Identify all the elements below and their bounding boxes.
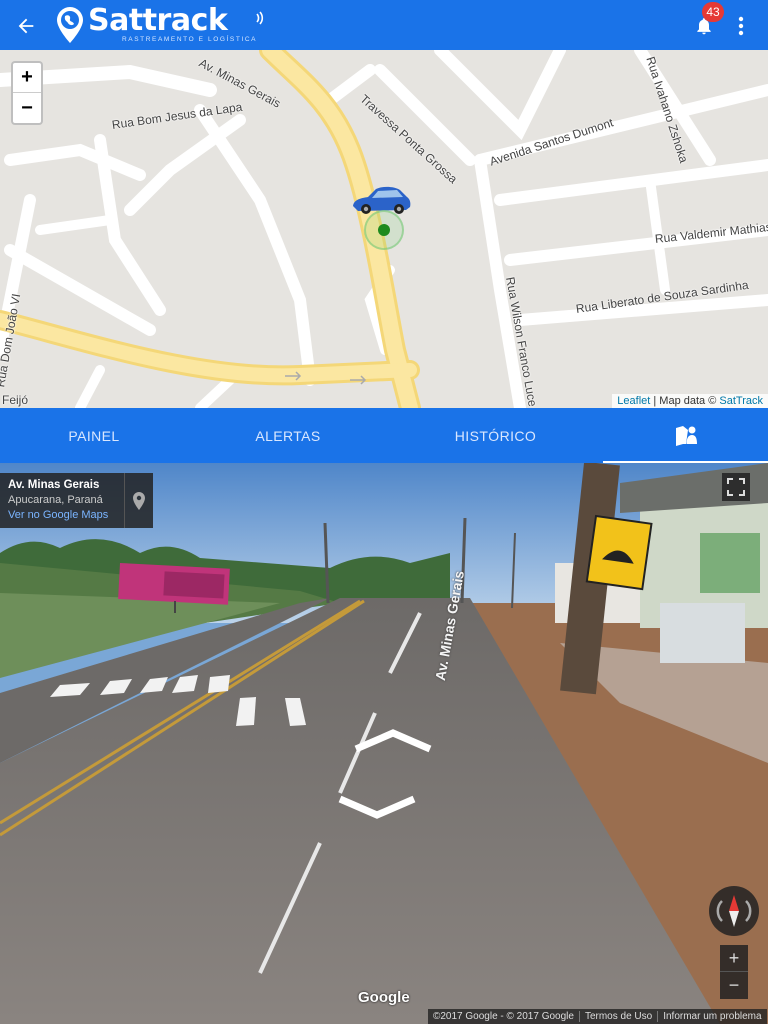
tab-alertas[interactable]: ALERTAS bbox=[188, 408, 388, 463]
street-view-zoom-in-button[interactable]: + bbox=[720, 945, 748, 972]
vehicle-map[interactable]: Av. Minas Gerais Rua Bom Jesus da Lapa T… bbox=[0, 50, 768, 408]
street-view-address-card: Av. Minas Gerais Apucarana, Paraná Ver n… bbox=[0, 473, 153, 528]
tab-streetview[interactable] bbox=[603, 408, 768, 463]
street-label-feijo: Feijó bbox=[2, 393, 29, 407]
copyright-text: ©2017 Google - © 2017 Google bbox=[428, 1011, 580, 1022]
map-zoom-control: + − bbox=[11, 61, 43, 125]
google-logo: Google bbox=[358, 989, 410, 1006]
location-pin-icon bbox=[133, 491, 145, 510]
brand-name: Sattrack bbox=[88, 3, 228, 38]
arrow-back-icon bbox=[18, 18, 34, 34]
app-logo: Sattrack RASTREAMENTO E LOGÍSTICA bbox=[56, 3, 267, 47]
street-view-panorama[interactable]: Av. Minas Gerais Av. Minas Gerais Apucar… bbox=[0, 463, 768, 1024]
vehicle-position-marker[interactable] bbox=[364, 210, 404, 250]
terms-link[interactable]: Termos de Uso bbox=[580, 1011, 659, 1022]
map-zoom-in-button[interactable]: + bbox=[13, 63, 41, 93]
more-options-button[interactable] bbox=[728, 10, 754, 42]
tab-historico[interactable]: HISTÓRICO bbox=[388, 408, 603, 463]
app-bar: Sattrack RASTREAMENTO E LOGÍSTICA 43 bbox=[0, 0, 768, 50]
street-view-zoom-out-button[interactable]: − bbox=[720, 972, 748, 999]
fullscreen-icon bbox=[727, 478, 745, 496]
map-attribution: Leaflet | Map data © SatTrack bbox=[612, 394, 768, 408]
map-zoom-out-button[interactable]: − bbox=[13, 93, 41, 123]
notification-count-badge: 43 bbox=[702, 2, 724, 22]
brand-tagline: RASTREAMENTO E LOGÍSTICA bbox=[122, 36, 258, 43]
leaflet-link[interactable]: Leaflet bbox=[617, 395, 650, 407]
fullscreen-button[interactable] bbox=[722, 473, 750, 501]
sattrack-link[interactable]: SatTrack bbox=[719, 395, 763, 407]
signal-waves-icon bbox=[256, 11, 264, 25]
tab-painel[interactable]: PAINEL bbox=[0, 408, 188, 463]
location-pin-button[interactable] bbox=[124, 473, 153, 528]
street-view-zoom-control: + − bbox=[720, 945, 748, 999]
position-dot bbox=[378, 224, 390, 236]
address-title: Av. Minas Gerais bbox=[8, 479, 100, 491]
report-problem-link[interactable]: Informar um problema bbox=[658, 1011, 766, 1022]
street-view-footer: ©2017 Google - © 2017 Google Termos de U… bbox=[428, 1009, 767, 1024]
more-vert-icon bbox=[738, 16, 744, 36]
globe-pin-icon bbox=[57, 7, 83, 43]
map-person-icon bbox=[675, 425, 697, 446]
compass-icon bbox=[716, 895, 752, 927]
address-city: Apucarana, Paraná bbox=[8, 494, 103, 506]
back-button[interactable] bbox=[10, 10, 42, 42]
nav-arrow-forward-icon[interactable] bbox=[352, 729, 434, 755]
attribution-text: | Map data © bbox=[650, 395, 720, 407]
tab-bar: PAINEL ALERTAS HISTÓRICO bbox=[0, 408, 768, 463]
compass-button[interactable] bbox=[709, 886, 759, 936]
nav-arrow-back-icon[interactable] bbox=[336, 793, 418, 819]
google-maps-link[interactable]: Ver no Google Maps bbox=[8, 509, 116, 521]
